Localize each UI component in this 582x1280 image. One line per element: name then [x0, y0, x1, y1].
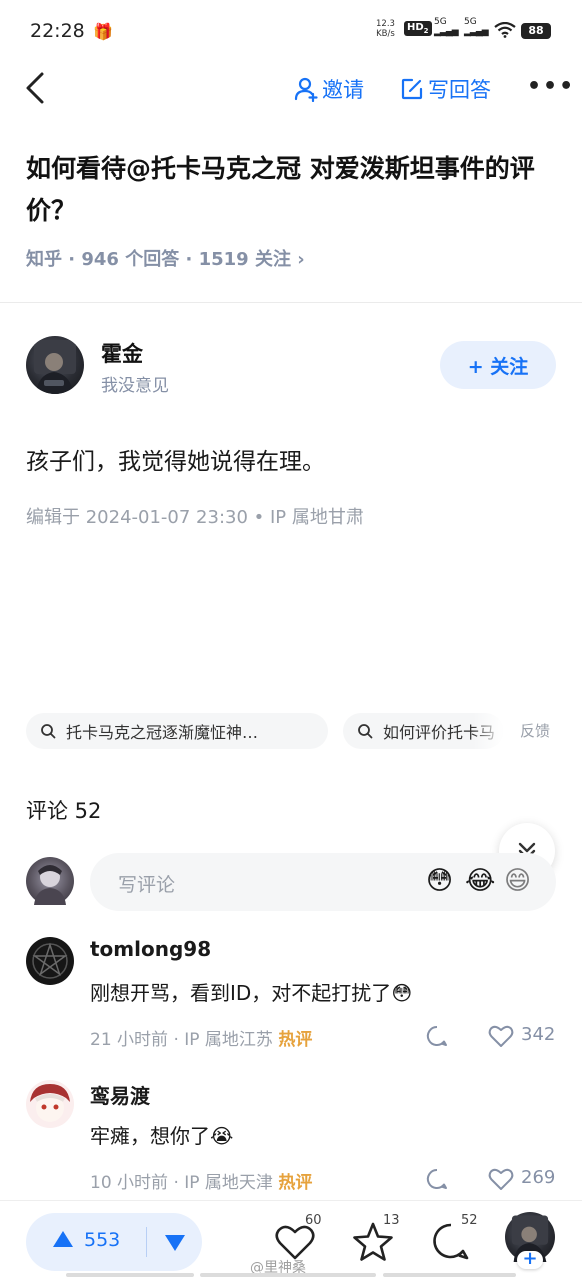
favorite-count: 13 [383, 1213, 400, 1228]
home-indicator [66, 1273, 194, 1277]
edit-icon [401, 78, 423, 100]
author-avatar[interactable] [26, 336, 84, 394]
my-avatar [26, 857, 74, 905]
status-time: 22:28 [30, 20, 85, 42]
my-avatar-figure [34, 865, 66, 905]
comment-input-placeholder: 写评论 [118, 874, 176, 896]
author-bio: 我没意见 [101, 376, 169, 396]
comment-time: 10 小时前 [90, 1173, 169, 1193]
reply-icon[interactable] [425, 1024, 449, 1048]
wifi-icon [494, 22, 516, 38]
heart-icon[interactable] [488, 1024, 514, 1048]
reply-icon[interactable] [425, 1167, 449, 1191]
back-icon[interactable] [22, 68, 52, 108]
feedback-link[interactable]: 反馈 [520, 720, 550, 741]
comment-text: 牢瘫，想你了😭 [90, 1120, 233, 1149]
network-speed-value: 12.3 [376, 19, 395, 29]
vote-pill: 553 [26, 1213, 202, 1271]
vote-divider [146, 1227, 147, 1257]
author-name[interactable]: 霍金 [101, 338, 143, 368]
comment-author[interactable]: 鸾易渡 [90, 1080, 150, 1109]
network-speed: 12.3 KB/s [376, 19, 395, 39]
signal-icon-1: 5G ▂▃▄▅ [434, 17, 459, 37]
hd-badge: HD2 [404, 21, 432, 36]
comment-text-body: 刚想开骂，看到ID，对不起打扰了 [90, 981, 392, 1005]
network-speed-unit: KB/s [376, 29, 395, 39]
follow-plus-icon[interactable]: + [517, 1250, 543, 1269]
comment-avatar[interactable] [26, 1080, 74, 1128]
anime-avatar-icon [30, 1084, 70, 1122]
comment-like-count: 342 [521, 1024, 556, 1045]
follow-label: + 关注 [467, 355, 529, 378]
signal-icon-2: 5G ▂▃▄▅ [464, 17, 489, 37]
invite-button[interactable]: 邀请 [294, 74, 364, 104]
author-avatar-figure [34, 340, 76, 394]
comment-count-header: 评论 52 [26, 799, 102, 823]
signal-label-2: 5G [464, 17, 477, 27]
answer-content: 孩子们，我觉得她说得在理。 [26, 449, 325, 475]
edit-info: 编辑于 2024-01-07 23:30 • IP 属地甘肃 [26, 507, 364, 528]
comment-text-body: 牢瘫，想你了 [90, 1124, 210, 1148]
hot-comment-badge: 热评 [278, 1173, 313, 1193]
write-answer-label: 写回答 [428, 78, 491, 102]
comment-avatar[interactable] [26, 937, 74, 985]
comment-time: 21 小时前 [90, 1030, 169, 1050]
related-search-label: 托卡马克之冠逐渐魔怔神… [66, 723, 259, 742]
hot-comment-badge: 热评 [278, 1030, 313, 1050]
hd-sub: 2 [423, 27, 429, 35]
invite-person-icon [294, 77, 318, 102]
comment-meta: 21 小时前 · IP 属地江苏 热评 [90, 1030, 313, 1050]
hd-text: HD [407, 22, 424, 33]
comment-input[interactable]: 写评论 😳 😂 😄 [90, 853, 556, 911]
comment-text: 刚想开骂，看到ID，对不起打扰了😳 [90, 977, 412, 1006]
like-count: 60 [305, 1213, 322, 1228]
more-icon[interactable]: ••• [527, 74, 575, 99]
crying-emoji-icon: 😭 [210, 1124, 234, 1148]
top-nav: 邀请 写回答 ••• [0, 62, 582, 118]
comment-author[interactable]: tomlong98 [90, 937, 211, 961]
comment-location: IP 属地天津 [184, 1173, 273, 1193]
flushed-emoji-icon: 😳 [391, 981, 413, 1005]
comment-meta: 10 小时前 · IP 属地天津 热评 [90, 1173, 313, 1193]
related-search-chip[interactable]: 托卡马克之冠逐渐魔怔神… [26, 713, 328, 749]
emoji-flushed-icon[interactable]: 😳 [426, 865, 453, 897]
upvote-count[interactable]: 553 [84, 1229, 120, 1251]
home-indicator [383, 1273, 516, 1277]
follow-button[interactable]: + 关注 [440, 341, 556, 389]
invite-label: 邀请 [322, 78, 364, 102]
comment-location: IP 属地江苏 [184, 1030, 273, 1050]
emoji-laugh-icon[interactable]: 😂 [465, 865, 495, 897]
pentagram-avatar-icon [32, 942, 68, 979]
battery-icon: 88 [521, 23, 551, 39]
comment-like-count: 269 [521, 1167, 556, 1188]
comment-count: 52 [461, 1213, 478, 1228]
divider [0, 302, 582, 303]
question-meta[interactable]: 知乎 · 946 个回答 · 1519 关注 › [26, 245, 305, 271]
heart-icon[interactable] [488, 1167, 514, 1191]
downvote-triangle-icon[interactable] [164, 1234, 186, 1252]
emoji-smile-icon[interactable]: 😄 [504, 865, 531, 897]
write-answer-button[interactable]: 写回答 [400, 74, 491, 104]
gift-icon: 🎁 [93, 22, 113, 41]
upvote-triangle-icon[interactable] [52, 1230, 74, 1248]
search-icon [358, 724, 373, 739]
related-search-chip[interactable]: 如何评价托卡马 [343, 713, 503, 749]
search-icon [41, 724, 56, 739]
question-title[interactable]: 如何看待@托卡马克之冠 对爱泼斯坦事件的评价？ [26, 148, 566, 232]
signal-label-1: 5G [434, 17, 447, 27]
home-indicator [200, 1273, 376, 1277]
status-bar: 22:28 🎁 12.3 KB/s HD2 5G ▂▃▄▅ 5G ▂▃▄▅ 88 [0, 0, 582, 62]
